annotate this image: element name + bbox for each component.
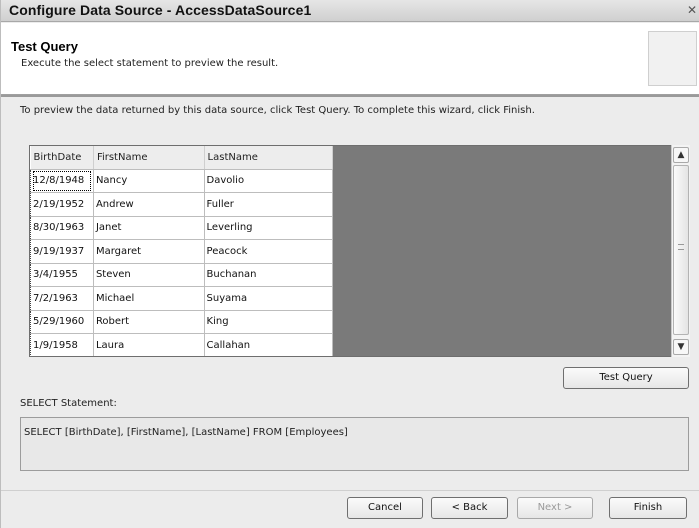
cell-firstname[interactable]: Robert bbox=[93, 310, 205, 334]
back-button[interactable]: < Back bbox=[431, 497, 508, 519]
cell-lastname[interactable]: Suyama bbox=[204, 286, 334, 311]
cell-birthdate[interactable]: 5/29/1960 bbox=[30, 310, 94, 334]
table-row[interactable]: 2/19/1952 Andrew Fuller bbox=[30, 192, 334, 217]
next-button[interactable]: Next > bbox=[517, 497, 593, 519]
cell-birthdate[interactable]: 3/4/1955 bbox=[30, 263, 94, 287]
scroll-up-icon[interactable]: ▲ bbox=[673, 147, 689, 163]
cell-firstname[interactable]: Michael bbox=[93, 286, 205, 311]
intro-text: To preview the data returned by this dat… bbox=[20, 105, 535, 116]
select-statement-label: SELECT Statement: bbox=[20, 398, 117, 409]
cell-birthdate[interactable]: 12/8/1948 bbox=[30, 169, 94, 193]
grid-vertical-scrollbar[interactable]: ▲ ▼ bbox=[671, 145, 690, 357]
cell-firstname[interactable]: Steven bbox=[93, 263, 205, 287]
header-image bbox=[648, 31, 697, 86]
page-subtitle: Execute the select statement to preview … bbox=[21, 58, 279, 69]
cell-birthdate[interactable]: 7/2/1963 bbox=[30, 286, 94, 311]
cell-firstname[interactable]: Andrew bbox=[93, 192, 205, 217]
footer-divider bbox=[1, 490, 699, 491]
column-header-birthdate[interactable]: BirthDate bbox=[30, 146, 94, 170]
header-row: BirthDate FirstName LastName bbox=[30, 146, 334, 170]
select-statement-field[interactable]: SELECT [BirthDate], [FirstName], [LastNa… bbox=[20, 417, 689, 471]
cell-firstname[interactable]: Margaret bbox=[93, 239, 205, 264]
window-title: Configure Data Source - AccessDataSource… bbox=[9, 2, 312, 18]
test-query-button[interactable]: Test Query bbox=[563, 367, 689, 389]
wizard-header: Test Query Execute the select statement … bbox=[1, 23, 699, 95]
close-icon[interactable]: ✕ bbox=[685, 3, 699, 18]
configure-data-source-dialog: Configure Data Source - AccessDataSource… bbox=[0, 0, 699, 528]
cell-birthdate[interactable]: 2/19/1952 bbox=[30, 192, 94, 217]
page-title: Test Query bbox=[11, 39, 78, 54]
cell-birthdate[interactable]: 1/9/1958 bbox=[30, 333, 94, 356]
cell-lastname[interactable]: Fuller bbox=[204, 192, 334, 217]
cell-firstname[interactable]: Laura bbox=[93, 333, 205, 356]
cell-birthdate[interactable]: 8/30/1963 bbox=[30, 216, 94, 240]
results-grid[interactable]: BirthDate FirstName LastName 12/8/1948 N… bbox=[29, 145, 690, 357]
title-bar: Configure Data Source - AccessDataSource… bbox=[1, 0, 699, 22]
column-header-lastname[interactable]: LastName bbox=[204, 146, 334, 170]
finish-button[interactable]: Finish bbox=[609, 497, 687, 519]
cell-lastname[interactable]: Buchanan bbox=[204, 263, 334, 287]
results-table: BirthDate FirstName LastName 12/8/1948 N… bbox=[30, 146, 334, 356]
table-row[interactable]: 3/4/1955 Steven Buchanan bbox=[30, 263, 334, 287]
column-header-firstname[interactable]: FirstName bbox=[93, 146, 205, 170]
cell-lastname[interactable]: Davolio bbox=[204, 169, 334, 193]
table-row[interactable]: 9/19/1937 Margaret Peacock bbox=[30, 239, 334, 264]
cell-birthdate[interactable]: 9/19/1937 bbox=[30, 239, 94, 264]
scroll-down-icon[interactable]: ▼ bbox=[673, 339, 689, 355]
grip-icon bbox=[678, 244, 684, 250]
scroll-thumb[interactable] bbox=[673, 165, 689, 335]
cell-lastname[interactable]: Peacock bbox=[204, 239, 334, 264]
table-row[interactable]: 7/2/1963 Michael Suyama bbox=[30, 286, 334, 311]
table-row[interactable]: 1/9/1958 Laura Callahan bbox=[30, 333, 334, 356]
table-row[interactable]: 12/8/1948 Nancy Davolio bbox=[30, 169, 334, 193]
cell-firstname[interactable]: Janet bbox=[93, 216, 205, 240]
table-row[interactable]: 8/30/1963 Janet Leverling bbox=[30, 216, 334, 240]
cancel-button[interactable]: Cancel bbox=[347, 497, 423, 519]
header-divider bbox=[1, 95, 699, 97]
cell-firstname[interactable]: Nancy bbox=[93, 169, 205, 193]
table-row[interactable]: 5/29/1960 Robert King bbox=[30, 310, 334, 334]
cell-lastname[interactable]: King bbox=[204, 310, 334, 334]
cell-lastname[interactable]: Leverling bbox=[204, 216, 334, 240]
cell-lastname[interactable]: Callahan bbox=[204, 333, 334, 356]
